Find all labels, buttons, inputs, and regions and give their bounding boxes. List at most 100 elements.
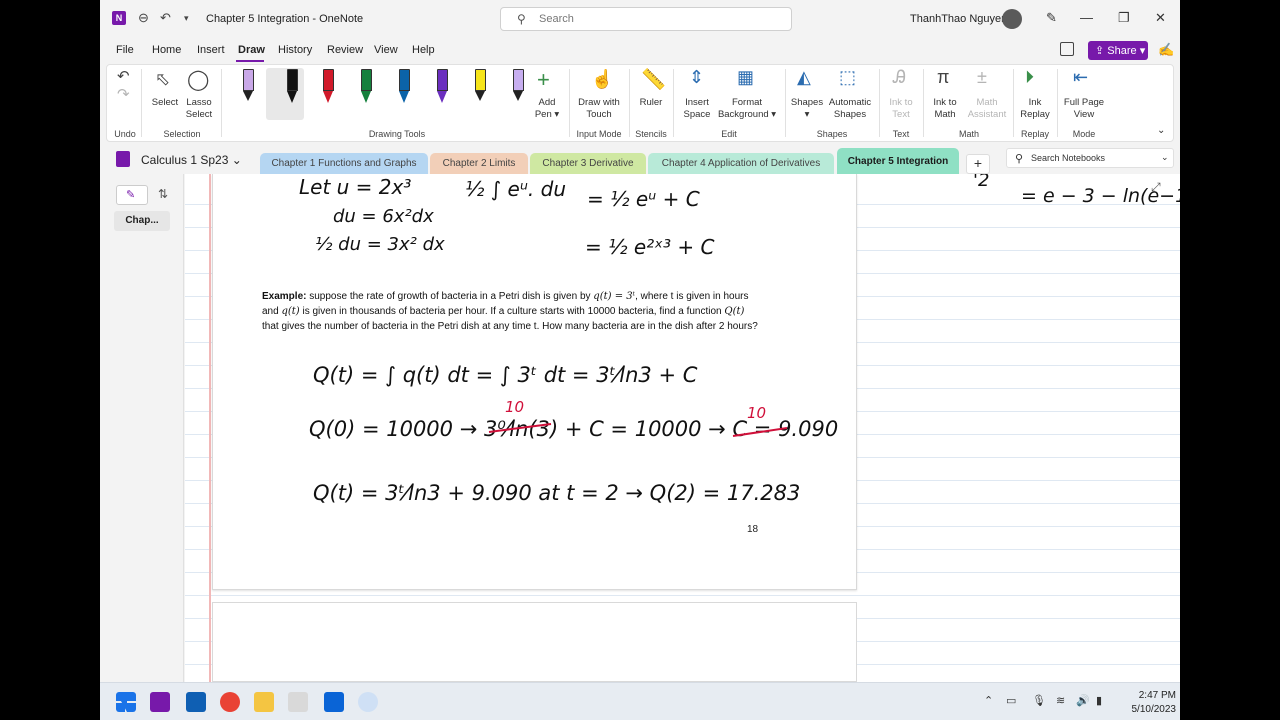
pen-1-icon[interactable] [238, 69, 258, 107]
menu-draw[interactable]: Draw [238, 44, 265, 56]
add-pen-label-2: Pen [534, 109, 552, 120]
select-cursor-icon[interactable]: ⬁ [155, 69, 170, 90]
start-icon[interactable] [116, 692, 136, 712]
pen-7-icon[interactable] [470, 69, 490, 107]
menu-insert[interactable]: Insert [197, 44, 225, 56]
format-background-icon[interactable]: ▦ [737, 67, 754, 88]
draw-with-touch-icon[interactable]: ☝ [591, 69, 613, 90]
clock-time[interactable]: 2:47 PM [1120, 690, 1176, 701]
full-page-label-1: Full Page [1063, 97, 1105, 108]
undo-icon[interactable]: ↶ [160, 10, 171, 26]
add-page-button[interactable]: ✎ [116, 185, 148, 205]
divider [141, 69, 142, 137]
shapes-icon[interactable]: ◭ [797, 67, 811, 88]
pen-settings-icon[interactable]: ✎ [1046, 10, 1057, 26]
sort-pages-icon[interactable]: ⇅ [158, 187, 168, 201]
ink-replay-icon[interactable]: ⏵ [1025, 67, 1034, 88]
format-background-button[interactable]: Format Background ▾ [717, 97, 777, 121]
menu-review[interactable]: Review [327, 44, 363, 56]
ink-to-text-label-2: Text [892, 109, 910, 120]
user-name[interactable]: ThanhThao Nguyen [910, 13, 1007, 25]
pen-2-icon[interactable] [282, 69, 302, 107]
clock-date[interactable]: 5/10/2023 [1110, 704, 1177, 715]
add-section-icon[interactable]: + [966, 154, 990, 174]
ink-to-math-icon[interactable]: π [937, 67, 949, 88]
battery-icon[interactable]: ▮ [1096, 694, 1102, 707]
outlook-taskbar-icon[interactable] [324, 692, 344, 712]
ink-replay-button[interactable]: Ink Replay [1017, 97, 1053, 121]
undo-group-label: Undo [114, 129, 136, 139]
menu-file[interactable]: File [116, 44, 134, 56]
search-input[interactable]: ⚲ Search [500, 7, 792, 31]
volume-icon[interactable]: 🔊 [1076, 694, 1090, 707]
recorder-taskbar-icon[interactable] [358, 692, 378, 712]
minimize-icon[interactable]: — [1080, 10, 1093, 25]
tab-chapter-5[interactable]: Chapter 5 Integration [837, 148, 959, 174]
onenote-taskbar-icon[interactable] [150, 692, 170, 712]
lasso-select-button[interactable]: Lasso Select [183, 97, 215, 121]
page-list-item[interactable]: Chap... [114, 211, 170, 231]
chevron-up-icon[interactable]: ⌃ [984, 694, 993, 707]
ribbon-collapse-icon[interactable]: ⌄ [1157, 125, 1165, 137]
divider [785, 69, 786, 137]
wifi-icon[interactable]: ≋ [1056, 694, 1065, 707]
tab-chapter-3[interactable]: Chapter 3 Derivative [530, 153, 646, 174]
ink-to-math-button[interactable]: Ink to Math [927, 97, 963, 121]
microphone-icon[interactable]: 🎙 [1032, 694, 1046, 707]
battery-saver-icon[interactable]: ▭ [1006, 694, 1016, 707]
shapes-button[interactable]: Shapes ▾ [789, 97, 825, 121]
whiteboard-taskbar-icon[interactable] [186, 692, 206, 712]
snipping-tool-icon[interactable] [288, 692, 308, 712]
insert-space-icon[interactable]: ⇕ [689, 67, 704, 88]
chevron-down-icon: ▾ [771, 109, 777, 120]
menu-help[interactable]: Help [412, 44, 435, 56]
pen-tip [323, 91, 333, 103]
chrome-taskbar-icon[interactable] [220, 692, 240, 712]
quick-access-dropdown-icon[interactable]: ▾ [184, 13, 189, 24]
automatic-shapes-icon[interactable]: ⬚ [839, 67, 856, 88]
add-pen-button[interactable]: Add Pen ▾ [533, 97, 561, 121]
back-icon[interactable]: ⊖ [138, 10, 149, 26]
draw-with-touch-button[interactable]: Draw with Touch [573, 97, 625, 121]
full-page-view-button[interactable]: Full Page View [1061, 97, 1107, 121]
file-explorer-icon[interactable] [254, 692, 274, 712]
stencils-group-label: Stencils [635, 129, 667, 139]
pen-tip [361, 91, 371, 103]
share-button[interactable]: ⇪ Share ▾ [1088, 41, 1148, 60]
chevron-down-icon: ▾ [554, 109, 560, 120]
feedback-pen-icon[interactable]: ✍ [1158, 42, 1174, 58]
notebook-icon[interactable] [116, 151, 130, 167]
add-pen-icon[interactable]: + [537, 67, 550, 93]
insert-space-label-2: Space [683, 109, 711, 120]
notebook-view-icon[interactable] [1060, 42, 1074, 56]
drawing-tools-group-label: Drawing Tools [368, 129, 426, 139]
undo-icon[interactable]: ↶ [117, 67, 130, 85]
notebook-selector[interactable]: Calculus 1 Sp23 ⌄ [141, 153, 242, 167]
select-button[interactable]: Select [147, 97, 183, 109]
menu-history[interactable]: History [278, 44, 312, 56]
menu-view[interactable]: View [374, 44, 398, 56]
note-canvas[interactable]: Example: suppose the rate of growth of b… [185, 174, 1180, 682]
tab-chapter-4[interactable]: Chapter 4 Application of Derivatives [648, 153, 834, 174]
avatar[interactable] [1002, 9, 1022, 29]
tab-chapter-2[interactable]: Chapter 2 Limits [430, 153, 528, 174]
pen-5-icon[interactable] [394, 69, 414, 107]
close-icon[interactable]: ✕ [1155, 10, 1166, 26]
pen-4-icon[interactable] [356, 69, 376, 107]
insert-space-button[interactable]: Insert Space [679, 97, 715, 121]
ruler-icon[interactable]: 📏 [641, 67, 666, 92]
ink-half-integral: ½ ∫ eᵘ. du [465, 177, 566, 201]
ink-half-du: ½ du = 3x² dx [315, 234, 445, 255]
automatic-shapes-button[interactable]: Automatic Shapes [825, 97, 875, 121]
pen-body [513, 69, 524, 91]
search-notebooks-input[interactable]: ⚲ Search Notebooks ⌄ [1006, 148, 1174, 168]
pen-3-icon[interactable] [318, 69, 338, 107]
menu-home[interactable]: Home [152, 44, 181, 56]
ruler-button[interactable]: Ruler [633, 97, 669, 109]
full-page-view-icon[interactable]: ⇤ [1073, 67, 1088, 88]
pen-6-icon[interactable] [432, 69, 452, 107]
pen-8-icon[interactable] [508, 69, 528, 107]
restore-icon[interactable]: ❐ [1118, 10, 1130, 26]
tab-chapter-1[interactable]: Chapter 1 Functions and Graphs [260, 153, 428, 174]
lasso-icon[interactable]: ◯ [187, 67, 209, 92]
